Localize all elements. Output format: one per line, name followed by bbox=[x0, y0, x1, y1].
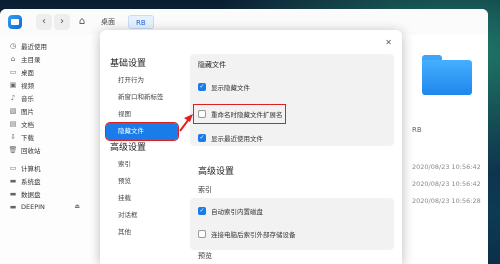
settings-content: 隐藏文件 ✓ 显示隐藏文件 重命名时隐藏文件扩展名 ✓ 显示最近使用文件 高级设… bbox=[182, 30, 402, 264]
home-icon: ⌂ bbox=[10, 54, 16, 63]
nav-item-open-behavior[interactable]: 打开行为 bbox=[100, 72, 182, 89]
sidebar: ◷ 最近使用 ⌂ 主目录 ▭ 桌面 ▣ 视频 ♪ 音乐 ▧ 图片 ▤ 文档 ⇩ 下载 🗑 回收站 … bbox=[0, 35, 88, 264]
video-icon: ▣ bbox=[9, 80, 17, 89]
index-title: 索引 bbox=[198, 186, 212, 194]
eject-icon[interactable]: ⏏ bbox=[74, 203, 80, 210]
sidebar-item-pictures[interactable]: ▧ 图片 bbox=[0, 104, 88, 117]
sidebar-item-label: 视频 bbox=[21, 81, 34, 90]
usb-icon: ▬ bbox=[9, 202, 17, 211]
trash-icon: 🗑 bbox=[8, 145, 18, 154]
nav-item-other[interactable]: 其他 bbox=[100, 224, 182, 241]
nav-item-hidden-files[interactable]: 隐藏文件 bbox=[105, 122, 179, 141]
download-icon: ⇩ bbox=[10, 132, 16, 141]
nav-item-view[interactable]: 视图 bbox=[100, 106, 182, 123]
sidebar-item-recent[interactable]: ◷ 最近使用 bbox=[0, 39, 88, 52]
nav-group-basic[interactable]: 基础设置 bbox=[100, 56, 182, 72]
file-date: 2020/08/23 10:56:42 bbox=[412, 163, 481, 171]
breadcrumb-desktop[interactable]: 桌面 bbox=[94, 15, 122, 29]
nav-item-new-window-tab[interactable]: 新窗口和新标签 bbox=[100, 89, 182, 106]
nav-item-dialog[interactable]: 对话框 bbox=[100, 207, 182, 224]
sidebar-item-label: 下载 bbox=[21, 133, 34, 142]
checkbox-checked-icon[interactable]: ✓ bbox=[198, 207, 206, 215]
settings-dialog: ✕ 基础设置 打开行为 新窗口和新标签 视图 隐藏文件 高级设置 索引 预览 挂… bbox=[100, 30, 402, 264]
sidebar-item-label: DEEPIN bbox=[21, 202, 45, 211]
preview-title: 预览 bbox=[198, 252, 212, 260]
sidebar-item-label: 音乐 bbox=[21, 94, 34, 103]
music-icon: ♪ bbox=[10, 93, 16, 102]
settings-nav: 基础设置 打开行为 新窗口和新标签 视图 隐藏文件 高级设置 索引 预览 挂载 … bbox=[100, 30, 182, 264]
home-icon[interactable]: ⌂ bbox=[76, 15, 88, 28]
checkbox-unchecked-icon[interactable] bbox=[198, 230, 206, 238]
sidebar-item-system-disk[interactable]: ▬ 系统盘 bbox=[0, 174, 88, 187]
sidebar-item-computer[interactable]: ▭ 计算机 bbox=[0, 161, 88, 174]
file-manager-logo-icon bbox=[8, 15, 22, 29]
sidebar-item-home[interactable]: ⌂ 主目录 bbox=[0, 52, 88, 65]
advanced-title: 高级设置 bbox=[198, 167, 235, 177]
hidden-files-title: 隐藏文件 bbox=[198, 61, 226, 69]
option-label: 连接电脑后索引外部存储设备 bbox=[211, 231, 296, 239]
disk-icon: ▬ bbox=[9, 176, 17, 185]
sidebar-item-label: 图片 bbox=[21, 107, 34, 116]
sidebar-item-deepin[interactable]: ▬ DEEPIN ⏏ bbox=[0, 200, 88, 213]
nav-group-advanced[interactable]: 高级设置 bbox=[100, 140, 182, 156]
sidebar-item-documents[interactable]: ▤ 文档 bbox=[0, 117, 88, 130]
sidebar-item-label: 桌面 bbox=[21, 68, 34, 77]
file-name: RB bbox=[412, 126, 422, 134]
sidebar-item-label: 系统盘 bbox=[21, 177, 41, 186]
sidebar-item-downloads[interactable]: ⇩ 下载 bbox=[0, 130, 88, 143]
checkbox-checked-icon[interactable]: ✓ bbox=[198, 134, 206, 142]
option-label: 显示最近使用文件 bbox=[211, 135, 263, 143]
sidebar-item-music[interactable]: ♪ 音乐 bbox=[0, 91, 88, 104]
nav-item-mount[interactable]: 挂载 bbox=[100, 190, 182, 207]
sidebar-item-label: 回收站 bbox=[21, 146, 41, 155]
sidebar-item-desktop[interactable]: ▭ 桌面 bbox=[0, 65, 88, 78]
sidebar-item-label: 计算机 bbox=[21, 164, 41, 173]
breadcrumb-current[interactable]: RB bbox=[128, 15, 154, 29]
sidebar-item-label: 数据盘 bbox=[21, 190, 41, 199]
forward-button[interactable]: › bbox=[54, 14, 70, 30]
option-index-external[interactable]: 连接电脑后索引外部存储设备 bbox=[198, 228, 296, 240]
option-label: 显示隐藏文件 bbox=[211, 84, 250, 92]
sidebar-item-label: 文档 bbox=[21, 120, 34, 129]
disk-icon: ▬ bbox=[9, 189, 17, 198]
sidebar-item-label: 主目录 bbox=[21, 55, 41, 64]
desktop-icon: ▭ bbox=[9, 67, 17, 76]
option-show-hidden[interactable]: ✓ 显示隐藏文件 bbox=[198, 81, 250, 93]
option-auto-index[interactable]: ✓ 自动索引内置磁盘 bbox=[198, 205, 263, 217]
checkbox-checked-icon[interactable]: ✓ bbox=[198, 83, 206, 91]
sidebar-item-label: 最近使用 bbox=[21, 42, 47, 51]
back-button[interactable]: ‹ bbox=[36, 14, 52, 30]
sidebar-item-data-disk[interactable]: ▬ 数据盘 bbox=[0, 187, 88, 200]
file-date: 2020/08/23 10:56:28 bbox=[412, 197, 481, 205]
computer-icon: ▭ bbox=[9, 163, 17, 172]
document-icon: ▤ bbox=[9, 119, 17, 128]
sidebar-item-trash[interactable]: 🗑 回收站 bbox=[0, 143, 88, 156]
annotation-highlight-box bbox=[193, 104, 286, 124]
sidebar-item-videos[interactable]: ▣ 视频 bbox=[0, 78, 88, 91]
picture-icon: ▧ bbox=[9, 106, 17, 115]
nav-item-preview[interactable]: 预览 bbox=[100, 173, 182, 190]
file-info-panel: RB 2020/08/23 10:56:42 2020/08/23 10:56:… bbox=[400, 35, 488, 264]
nav-item-index[interactable]: 索引 bbox=[100, 156, 182, 173]
folder-icon bbox=[422, 55, 472, 95]
option-show-recent[interactable]: ✓ 显示最近使用文件 bbox=[198, 132, 263, 144]
clock-icon: ◷ bbox=[9, 41, 17, 50]
file-date: 2020/08/23 10:56:42 bbox=[412, 180, 481, 188]
option-label: 自动索引内置磁盘 bbox=[211, 208, 263, 216]
